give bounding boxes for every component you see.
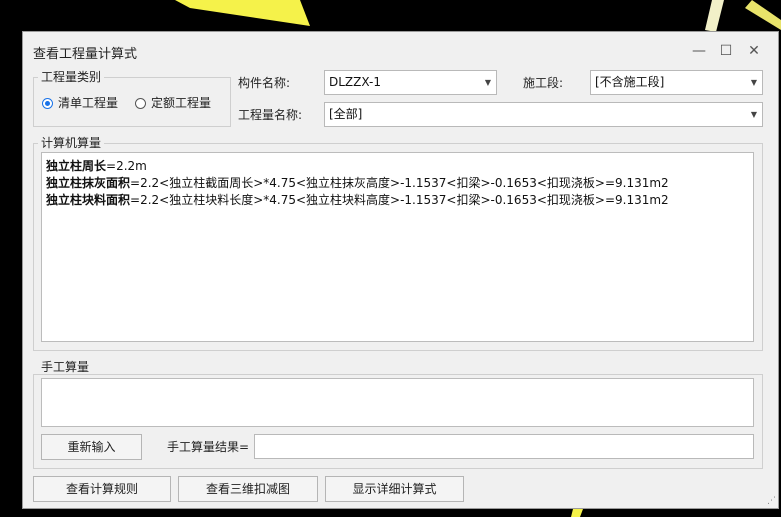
chevron-down-icon: ▼ xyxy=(750,110,757,119)
component-label: 构件名称: xyxy=(238,76,291,90)
resize-grip-icon[interactable]: ⋰ xyxy=(767,496,776,506)
manual-calc-input[interactable] xyxy=(41,378,754,427)
calc-line: 独立柱周长=2.2m xyxy=(46,159,147,173)
calc-line: 独立柱块料面积=2.2<独立柱块料长度>*4.75<独立柱块料高度>-1.153… xyxy=(46,193,669,207)
component-select[interactable]: DLZZX-1 ▼ xyxy=(324,70,497,95)
radio-checked-icon xyxy=(42,98,53,109)
quantity-name-select[interactable]: [全部] ▼ xyxy=(324,102,763,127)
title-bar: 查看工程量计算式 — ☐ ✕ xyxy=(23,32,778,70)
show-detail-button[interactable]: 显示详细计算式 xyxy=(325,476,464,502)
radio-unchecked-icon xyxy=(135,98,146,109)
calc-formula-dialog: 查看工程量计算式 — ☐ ✕ 工程量类别 清单工程量 定额工程量 构件名称: D… xyxy=(22,31,779,509)
maximize-button[interactable]: ☐ xyxy=(716,41,736,61)
manual-result-label: 手工算量结果= xyxy=(167,440,250,454)
chevron-down-icon: ▼ xyxy=(484,78,491,87)
computer-calc-output[interactable]: 独立柱周长=2.2m 独立柱抹灰面积=2.2<独立柱截面周长>*4.75<独立柱… xyxy=(41,152,754,342)
window-title: 查看工程量计算式 xyxy=(33,47,138,62)
quantity-name-label: 工程量名称: xyxy=(238,108,303,122)
calc-line: 独立柱抹灰面积=2.2<独立柱截面周长>*4.75<独立柱抹灰高度>-1.153… xyxy=(46,176,669,190)
chevron-down-icon: ▼ xyxy=(750,78,757,87)
stage-label: 施工段: xyxy=(523,76,564,90)
close-button[interactable]: ✕ xyxy=(744,41,764,61)
stage-select[interactable]: [不含施工段] ▼ xyxy=(590,70,763,95)
radio-quota-quantity[interactable]: 定额工程量 xyxy=(135,95,211,111)
view-3d-button[interactable]: 查看三维扣减图 xyxy=(178,476,318,502)
computer-calc-legend: 计算机算量 xyxy=(38,136,105,150)
view-rules-button[interactable]: 查看计算规则 xyxy=(33,476,171,502)
radio-bill-quantity[interactable]: 清单工程量 xyxy=(42,95,118,111)
minimize-button[interactable]: — xyxy=(689,41,709,61)
manual-result-field[interactable] xyxy=(254,434,754,459)
manual-calc-legend: 手工算量 xyxy=(38,360,93,374)
quantity-type-legend: 工程量类别 xyxy=(38,70,105,84)
reinput-button[interactable]: 重新输入 xyxy=(41,434,142,460)
